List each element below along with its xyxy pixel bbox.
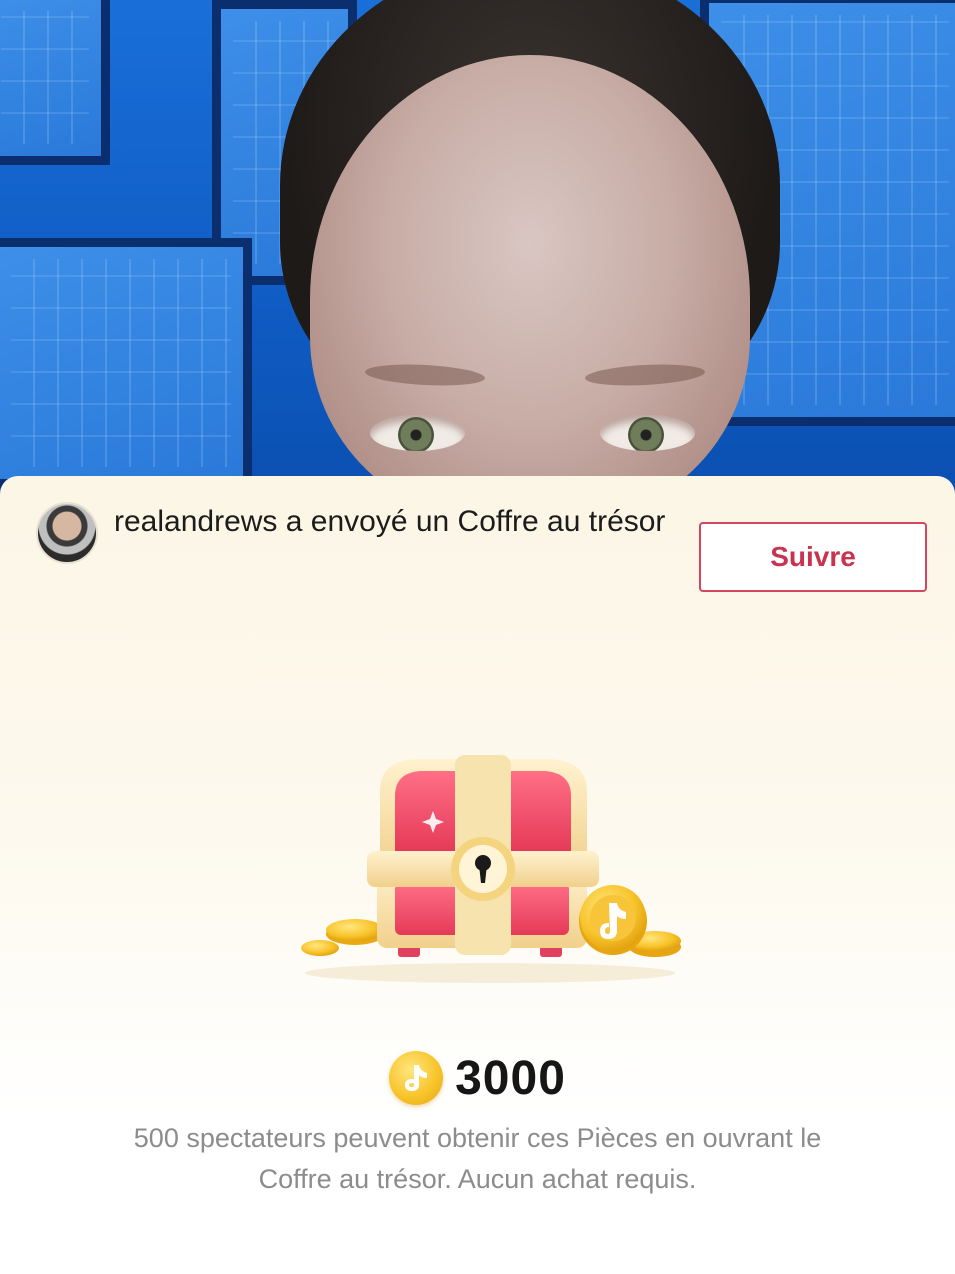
follow-button[interactable]: Suivre <box>699 522 927 592</box>
treasure-chest-icon[interactable] <box>295 751 685 986</box>
tiktok-coin-icon <box>389 1051 444 1105</box>
live-video-feed <box>0 0 955 500</box>
avatar[interactable] <box>36 502 98 564</box>
treasure-chest-panel: realandrews a envoyé un Coffre au trésor… <box>0 476 955 1274</box>
sender-message: realandrews a envoyé un Coffre au trésor <box>114 505 666 538</box>
wall-frame <box>0 238 252 488</box>
reward-description: 500 spectateurs peuvent obtenir ces Pièc… <box>133 1123 822 1194</box>
eye <box>600 415 695 451</box>
panel-header: realandrews a envoyé un Coffre au trésor… <box>36 500 931 592</box>
coin-reward: 3000 <box>0 1048 955 1108</box>
eye <box>370 415 465 451</box>
wall-frame <box>0 0 110 165</box>
streamer <box>270 0 790 500</box>
coin-amount: 3000 <box>455 1051 566 1105</box>
